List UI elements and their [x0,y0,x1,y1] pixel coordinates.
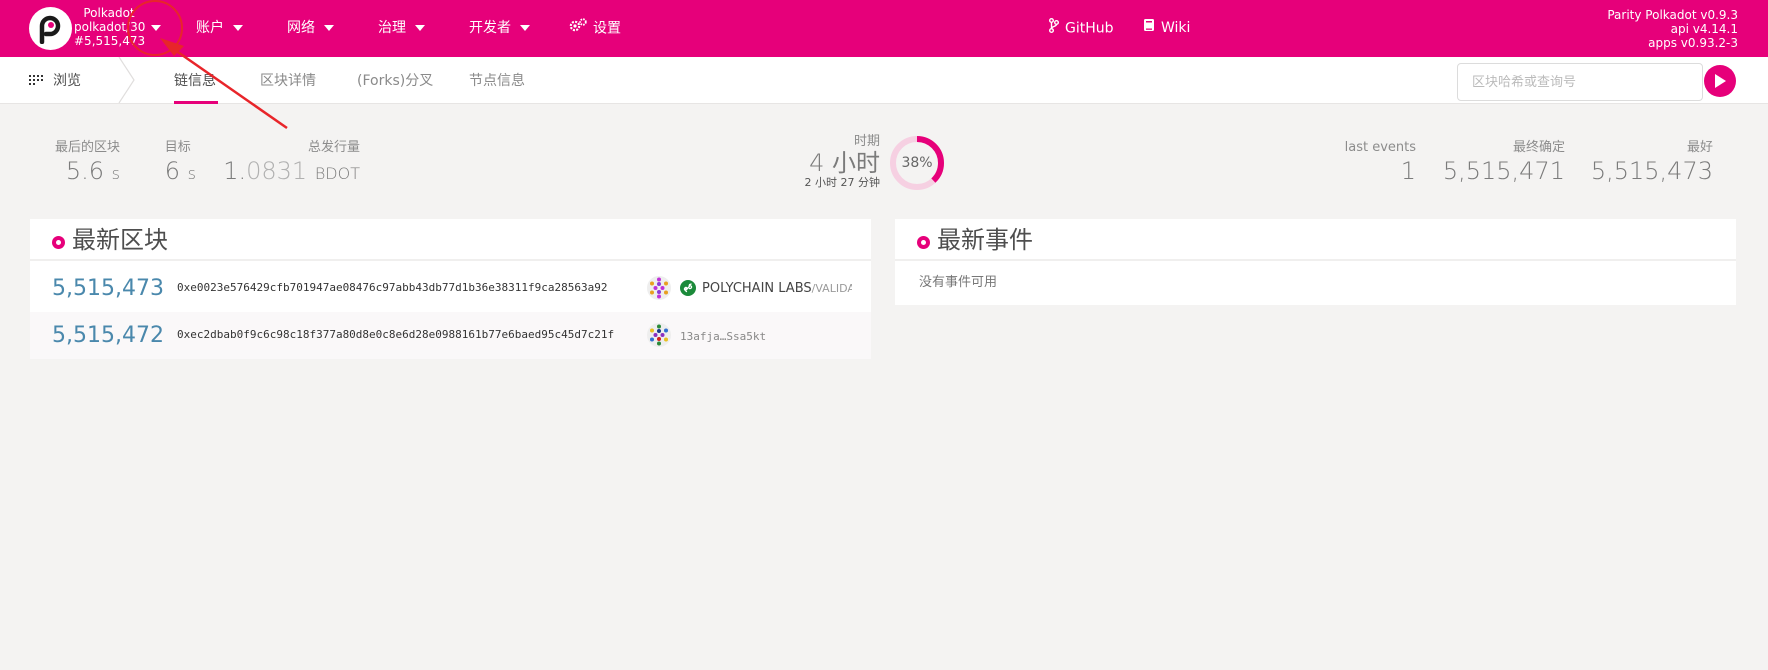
tab-node-info[interactable]: 节点信息 [469,71,525,91]
recent-events-card: 最新事件 没有事件可用 [895,219,1736,305]
wiki-label: Wiki [1161,20,1191,36]
chevron-down-icon [520,25,530,31]
chevron-down-icon[interactable] [151,25,161,31]
recent-blocks-title: 最新区块 [72,226,168,254]
best-label: 最好 [1686,140,1713,155]
total-issuance-value: 1.0831 BDOT [223,157,360,185]
section-dot-icon [52,236,65,249]
summary-last-block: 最后的区块 5.6 s [55,140,120,189]
last-block-label: 最后的区块 [54,140,120,155]
menu-network[interactable]: 网络 [287,18,334,38]
menu-accounts-label: 账户 [196,20,224,36]
menu-accounts[interactable]: 账户 [196,18,243,38]
play-icon [1715,74,1726,88]
summary-last-events: last events 1 [1345,140,1416,186]
version-info: Parity Polkadot v0.9.3 api v4.14.1 apps … [1607,8,1738,50]
chevron-down-icon [324,25,334,31]
menu-governance[interactable]: 治理 [378,18,425,38]
recent-events-title: 最新事件 [937,226,1033,254]
section-explorer[interactable]: 浏览 [29,71,81,91]
menu-developer-label: 开发者 [469,20,511,36]
best-block-number: #5,515,473 [74,34,146,48]
tab-block-details[interactable]: 区块详情 [260,71,316,91]
sub-navigation: 浏览 链信息 区块详情 (Forks)分叉 节点信息 [0,57,1768,104]
tab-forks[interactable]: (Forks)分叉 [357,71,433,91]
breadcrumb-chevron-icon [118,57,135,103]
target-value: 6 s [164,157,196,185]
node-version: Parity Polkadot v0.9.3 [1607,8,1738,22]
table-row: 5,515,472 0xec2dbab0f9c6c98c18f377a80d8e… [30,312,871,359]
book-icon [1143,18,1155,38]
block-number-link[interactable]: 5,515,473 [52,275,164,303]
menu-settings-label: 设置 [593,20,621,37]
github-link[interactable]: GitHub [1049,18,1114,39]
code-branch-icon [1049,18,1059,39]
chevron-down-icon [415,25,425,31]
last-events-value: 1 [1400,157,1416,185]
section-label: 浏览 [53,73,81,89]
identicon-icon[interactable] [647,323,671,347]
block-hash: 0xec2dbab0f9c6c98c18f377a80d8e0c8e6d28e0… [177,328,615,341]
total-issuance-label: 总发行量 [307,140,360,155]
gears-icon [569,18,587,39]
chain-name: Polkadot [83,6,135,20]
wiki-link[interactable]: Wiki [1143,18,1190,38]
chain-selector[interactable]: Polkadot polkadot/30 #5,515,473 [74,6,146,48]
table-row: 5,515,473 0xe0023e576429cfb701947ae08476… [30,265,871,312]
verified-link-icon [680,280,696,296]
tab-chain-info[interactable]: 链信息 [174,71,216,91]
recent-blocks-card: 最新区块 5,515,473 0xe0023e576429cfb701947ae… [30,219,871,359]
summary-finalized: 最终确定 5,515,471 [1443,140,1565,186]
last-events-label: last events [1344,140,1416,155]
identicon-icon[interactable] [647,276,671,300]
summary-total-issuance: 总发行量 1.0831 BDOT [223,140,360,189]
menu-governance-label: 治理 [378,20,406,36]
menu-developer[interactable]: 开发者 [469,18,530,38]
menu-settings[interactable]: 设置 [569,18,621,39]
summary-target: 目标 6 s [165,140,196,189]
best-value: 5,515,473 [1590,157,1713,185]
active-tab-indicator [174,101,218,104]
target-label: 目标 [164,140,191,155]
block-author[interactable]: POLYCHAIN LABS/VALIDATOR [702,281,852,297]
recent-events-header: 最新事件 [895,219,1736,261]
epoch-remaining: 2 小时 27 分钟 [804,176,881,189]
menu-network-label: 网络 [287,20,315,36]
summary-best: 最好 5,515,473 [1591,140,1713,186]
epoch-value: 4 小时 [809,149,880,177]
no-events-message: 没有事件可用 [919,275,998,290]
apps-version: apps v0.93.2-3 [1648,36,1738,50]
chain-spec: polkadot/30 [74,20,146,34]
polkadot-logo-icon[interactable] [29,7,72,50]
top-bar: Polkadot polkadot/30 #5,515,473 账户 网络 治理… [0,0,1768,57]
block-number-link[interactable]: 5,515,472 [52,322,164,350]
last-block-value: 5.6 s [65,157,120,185]
epoch-progress-text: 38% [901,155,933,171]
recent-blocks-header: 最新区块 [30,219,871,261]
block-search-input[interactable] [1457,63,1703,101]
block-hash: 0xe0023e576429cfb701947ae08476c97abb43db… [177,281,608,294]
finalized-value: 5,515,471 [1442,157,1565,185]
finalized-label: 最终确定 [1512,140,1565,155]
api-version: api v4.14.1 [1670,22,1738,36]
section-dot-icon [917,236,930,249]
summary-epoch: 时期 4 小时 2 小时 27 分钟 [805,134,881,189]
grid-dots-icon [29,71,43,91]
search-go-button[interactable] [1704,65,1736,97]
block-author-address[interactable]: 13afja…Ssa5kt [680,329,766,345]
chevron-down-icon [233,25,243,31]
github-label: GitHub [1065,20,1114,37]
epoch-label: 时期 [853,134,880,149]
